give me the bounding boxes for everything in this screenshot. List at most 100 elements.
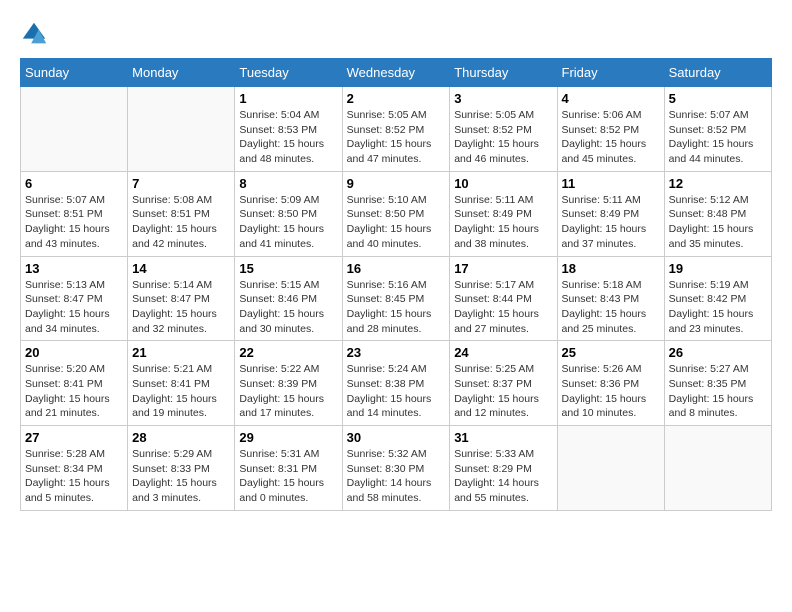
day-info: Sunrise: 5:09 AM Sunset: 8:50 PM Dayligh…: [239, 193, 337, 252]
calendar-table: SundayMondayTuesdayWednesdayThursdayFrid…: [20, 58, 772, 511]
day-number: 24: [454, 345, 552, 360]
calendar-day: 24 Sunrise: 5:25 AM Sunset: 8:37 PM Dayli…: [450, 341, 557, 426]
day-number: 23: [347, 345, 446, 360]
day-header-monday: Monday: [128, 59, 235, 87]
day-info: Sunrise: 5:11 AM Sunset: 8:49 PM Dayligh…: [454, 193, 552, 252]
day-number: 1: [239, 91, 337, 106]
day-number: 12: [669, 176, 767, 191]
calendar-day: 23 Sunrise: 5:24 AM Sunset: 8:38 PM Dayli…: [342, 341, 450, 426]
calendar-day: 15Sunrise: 5:15 AM Sunset: 8:46 PM Dayli…: [235, 256, 342, 341]
day-info: Sunrise: 5:16 AM Sunset: 8:45 PM Dayligh…: [347, 278, 446, 337]
day-number: 14: [132, 261, 230, 276]
day-info: Sunrise: 5:05 AM Sunset: 8:52 PM Dayligh…: [454, 108, 552, 167]
day-info: Sunrise: 5:18 AM Sunset: 8:43 PM Dayligh…: [562, 278, 660, 337]
calendar-day: 6 Sunrise: 5:07 AM Sunset: 8:51 PM Daylig…: [21, 171, 128, 256]
day-info: Sunrise: 5:22 AM Sunset: 8:39 PM Dayligh…: [239, 362, 337, 421]
calendar-week-3: 13 Sunrise: 5:13 AM Sunset: 8:47 PM Dayli…: [21, 256, 772, 341]
day-number: 20: [25, 345, 123, 360]
calendar-day: 18Sunrise: 5:18 AM Sunset: 8:43 PM Dayli…: [557, 256, 664, 341]
day-number: 2: [347, 91, 446, 106]
day-info: Sunrise: 5:10 AM Sunset: 8:50 PM Dayligh…: [347, 193, 446, 252]
calendar-day: 29 Sunrise: 5:31 AM Sunset: 8:31 PM Dayli…: [235, 426, 342, 511]
day-number: 26: [669, 345, 767, 360]
day-info: Sunrise: 5:32 AM Sunset: 8:30 PM Dayligh…: [347, 447, 446, 506]
day-info: Sunrise: 5:11 AM Sunset: 8:49 PM Dayligh…: [562, 193, 660, 252]
day-header-wednesday: Wednesday: [342, 59, 450, 87]
day-number: 8: [239, 176, 337, 191]
day-number: 29: [239, 430, 337, 445]
day-number: 5: [669, 91, 767, 106]
day-info: Sunrise: 5:07 AM Sunset: 8:51 PM Dayligh…: [25, 193, 123, 252]
day-info: Sunrise: 5:20 AM Sunset: 8:41 PM Dayligh…: [25, 362, 123, 421]
day-header-tuesday: Tuesday: [235, 59, 342, 87]
day-header-friday: Friday: [557, 59, 664, 87]
logo: [20, 20, 50, 48]
calendar-week-4: 20 Sunrise: 5:20 AM Sunset: 8:41 PM Dayli…: [21, 341, 772, 426]
day-header-sunday: Sunday: [21, 59, 128, 87]
day-number: 13: [25, 261, 123, 276]
calendar-day: 9Sunrise: 5:10 AM Sunset: 8:50 PM Daylig…: [342, 171, 450, 256]
day-info: Sunrise: 5:08 AM Sunset: 8:51 PM Dayligh…: [132, 193, 230, 252]
day-number: 27: [25, 430, 123, 445]
calendar-day: 22Sunrise: 5:22 AM Sunset: 8:39 PM Dayli…: [235, 341, 342, 426]
calendar-day: 25 Sunrise: 5:26 AM Sunset: 8:36 PM Dayli…: [557, 341, 664, 426]
day-number: 21: [132, 345, 230, 360]
day-info: Sunrise: 5:12 AM Sunset: 8:48 PM Dayligh…: [669, 193, 767, 252]
day-info: Sunrise: 5:05 AM Sunset: 8:52 PM Dayligh…: [347, 108, 446, 167]
day-number: 30: [347, 430, 446, 445]
day-info: Sunrise: 5:13 AM Sunset: 8:47 PM Dayligh…: [25, 278, 123, 337]
calendar-day: 5 Sunrise: 5:07 AM Sunset: 8:52 PM Daylig…: [664, 87, 771, 172]
calendar-day: 16Sunrise: 5:16 AM Sunset: 8:45 PM Dayli…: [342, 256, 450, 341]
day-info: Sunrise: 5:07 AM Sunset: 8:52 PM Dayligh…: [669, 108, 767, 167]
calendar-day: 27 Sunrise: 5:28 AM Sunset: 8:34 PM Dayli…: [21, 426, 128, 511]
calendar-day: 14Sunrise: 5:14 AM Sunset: 8:47 PM Dayli…: [128, 256, 235, 341]
day-number: 28: [132, 430, 230, 445]
calendar-week-1: 1 Sunrise: 5:04 AM Sunset: 8:53 PM Daylig…: [21, 87, 772, 172]
day-info: Sunrise: 5:31 AM Sunset: 8:31 PM Dayligh…: [239, 447, 337, 506]
day-number: 10: [454, 176, 552, 191]
day-header-thursday: Thursday: [450, 59, 557, 87]
calendar-day: 3 Sunrise: 5:05 AM Sunset: 8:52 PM Daylig…: [450, 87, 557, 172]
calendar-header-row: SundayMondayTuesdayWednesdayThursdayFrid…: [21, 59, 772, 87]
calendar-day: 17Sunrise: 5:17 AM Sunset: 8:44 PM Dayli…: [450, 256, 557, 341]
day-info: Sunrise: 5:19 AM Sunset: 8:42 PM Dayligh…: [669, 278, 767, 337]
day-number: 17: [454, 261, 552, 276]
calendar-day: 7 Sunrise: 5:08 AM Sunset: 8:51 PM Daylig…: [128, 171, 235, 256]
day-number: 19: [669, 261, 767, 276]
calendar-day: [664, 426, 771, 511]
day-info: Sunrise: 5:25 AM Sunset: 8:37 PM Dayligh…: [454, 362, 552, 421]
calendar-day: [557, 426, 664, 511]
day-info: Sunrise: 5:21 AM Sunset: 8:41 PM Dayligh…: [132, 362, 230, 421]
day-number: 3: [454, 91, 552, 106]
day-number: 11: [562, 176, 660, 191]
calendar-day: 19 Sunrise: 5:19 AM Sunset: 8:42 PM Dayli…: [664, 256, 771, 341]
day-info: Sunrise: 5:29 AM Sunset: 8:33 PM Dayligh…: [132, 447, 230, 506]
calendar-day: 8 Sunrise: 5:09 AM Sunset: 8:50 PM Daylig…: [235, 171, 342, 256]
calendar-day: 26Sunrise: 5:27 AM Sunset: 8:35 PM Dayli…: [664, 341, 771, 426]
day-number: 31: [454, 430, 552, 445]
day-number: 15: [239, 261, 337, 276]
day-info: Sunrise: 5:24 AM Sunset: 8:38 PM Dayligh…: [347, 362, 446, 421]
calendar-week-2: 6 Sunrise: 5:07 AM Sunset: 8:51 PM Daylig…: [21, 171, 772, 256]
day-header-saturday: Saturday: [664, 59, 771, 87]
calendar-day: [21, 87, 128, 172]
day-info: Sunrise: 5:28 AM Sunset: 8:34 PM Dayligh…: [25, 447, 123, 506]
calendar-day: 13 Sunrise: 5:13 AM Sunset: 8:47 PM Dayli…: [21, 256, 128, 341]
calendar-week-5: 27 Sunrise: 5:28 AM Sunset: 8:34 PM Dayli…: [21, 426, 772, 511]
day-number: 4: [562, 91, 660, 106]
calendar-day: 21 Sunrise: 5:21 AM Sunset: 8:41 PM Dayli…: [128, 341, 235, 426]
page-header: [20, 20, 772, 48]
day-number: 25: [562, 345, 660, 360]
calendar-day: 20 Sunrise: 5:20 AM Sunset: 8:41 PM Dayli…: [21, 341, 128, 426]
calendar-day: 28 Sunrise: 5:29 AM Sunset: 8:33 PM Dayli…: [128, 426, 235, 511]
day-info: Sunrise: 5:26 AM Sunset: 8:36 PM Dayligh…: [562, 362, 660, 421]
day-number: 7: [132, 176, 230, 191]
logo-icon: [20, 20, 48, 48]
calendar-day: 10 Sunrise: 5:11 AM Sunset: 8:49 PM Dayli…: [450, 171, 557, 256]
calendar-day: 31 Sunrise: 5:33 AM Sunset: 8:29 PM Dayli…: [450, 426, 557, 511]
day-info: Sunrise: 5:04 AM Sunset: 8:53 PM Dayligh…: [239, 108, 337, 167]
day-number: 6: [25, 176, 123, 191]
day-info: Sunrise: 5:33 AM Sunset: 8:29 PM Dayligh…: [454, 447, 552, 506]
calendar-day: 4 Sunrise: 5:06 AM Sunset: 8:52 PM Daylig…: [557, 87, 664, 172]
day-info: Sunrise: 5:06 AM Sunset: 8:52 PM Dayligh…: [562, 108, 660, 167]
